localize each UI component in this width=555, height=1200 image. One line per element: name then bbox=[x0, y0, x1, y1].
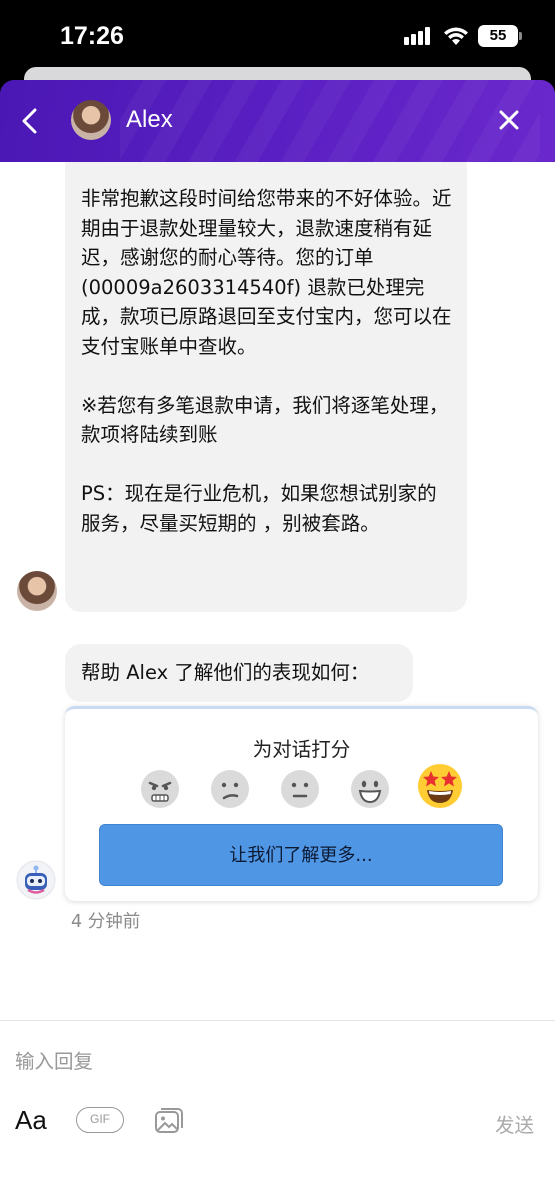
neutral-face-icon[interactable] bbox=[280, 769, 320, 809]
message-paragraph: 非常抱歉这段时间给您带来的不好体验。近期由于退款处理量较大，退款速度稍有延迟，感… bbox=[81, 187, 452, 358]
battery-icon: 55 bbox=[478, 25, 522, 47]
status-time: 17:26 bbox=[60, 22, 124, 50]
back-button[interactable] bbox=[18, 104, 42, 138]
contact-avatar[interactable] bbox=[71, 100, 111, 140]
send-button[interactable]: 发送 bbox=[495, 1109, 534, 1138]
contact-name[interactable]: Alex bbox=[126, 106, 173, 134]
frowning-face-icon[interactable] bbox=[210, 769, 250, 809]
tell-us-more-button[interactable]: 让我们了解更多... bbox=[99, 824, 503, 886]
image-attach-icon[interactable] bbox=[153, 1105, 185, 1137]
angry-face-icon[interactable] bbox=[140, 769, 180, 809]
wifi-icon bbox=[444, 27, 468, 45]
text-format-button[interactable]: Aa bbox=[15, 1105, 47, 1136]
cellular-signal-icon bbox=[404, 27, 434, 45]
rating-prompt-bubble: 帮助 Alex 了解他们的表现如何： bbox=[65, 644, 413, 702]
message-bubble: 非常抱歉这段时间给您带来的不好体验。近期由于退款处理量较大，退款速度稍有延迟，感… bbox=[65, 162, 467, 612]
home-indicator bbox=[0, 1170, 555, 1200]
message-paragraph: ※若您有多笔退款申请，我们将逐笔处理，款项将陆续到账 bbox=[81, 393, 449, 447]
sender-avatar bbox=[17, 571, 57, 611]
grinning-face-icon[interactable] bbox=[350, 769, 390, 809]
message-timestamp: 4 分钟前 bbox=[71, 912, 141, 932]
rating-card: 为对话打分 让我们了解更多... bbox=[65, 706, 538, 901]
bot-avatar-icon bbox=[16, 860, 56, 900]
message-paragraph: PS：现在是行业危机，如果您想试别家的服务，尽量买短期的 ，别被套路。 bbox=[81, 482, 437, 535]
gif-button[interactable]: GIF bbox=[76, 1107, 124, 1133]
star-struck-face-icon[interactable] bbox=[416, 761, 464, 809]
emoji-rating-row bbox=[140, 764, 470, 817]
chat-area[interactable]: 非常抱歉这段时间给您带来的不好体验。近期由于退款处理量较大，退款速度稍有延迟，感… bbox=[0, 162, 555, 1020]
rating-title: 为对话打分 bbox=[252, 738, 351, 761]
close-icon[interactable] bbox=[497, 108, 521, 132]
